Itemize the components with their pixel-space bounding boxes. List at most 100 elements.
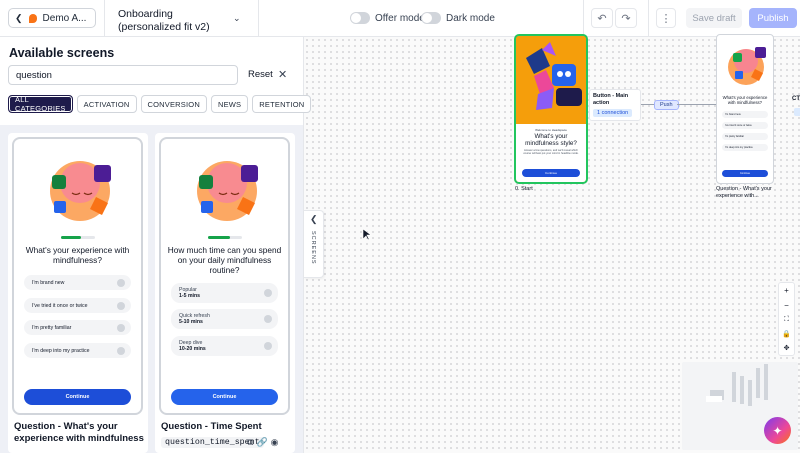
question-node-label: Question - What's your experience with..… — [716, 186, 772, 199]
question-node-option: I've tried it once or twice — [722, 122, 768, 129]
answer-option: I'm deep into my practice — [24, 343, 131, 358]
screen-preview: How much time can you spend on your dail… — [159, 137, 290, 415]
copy-icon[interactable]: ⧉ — [247, 437, 253, 448]
minimap-node — [748, 380, 752, 406]
dark-mode-toggle[interactable]: Dark mode — [421, 12, 495, 24]
zoom-in-icon[interactable]: + — [784, 286, 789, 295]
start-illustration — [516, 36, 586, 128]
question-text: What's your experience with mindfulness? — [25, 245, 130, 265]
onboarding-progress — [61, 236, 95, 239]
offer-mode-label: Offer mode — [375, 12, 425, 24]
screen-card[interactable]: What's your experience with mindfulness?… — [8, 133, 148, 453]
question-node-continue: Continue — [722, 170, 768, 177]
cta-node-badge — [794, 108, 800, 116]
top-bar: ❮ Demo A... Onboarding (personalized fit… — [0, 0, 800, 37]
question-screen-node[interactable]: What's your experience with mindfulness?… — [716, 34, 774, 184]
offer-mode-switch[interactable] — [350, 12, 370, 24]
radio-icon — [117, 323, 125, 332]
start-title: What's your mindfulness style? — [525, 133, 577, 147]
question-node-option: I'm deep into my practice — [722, 144, 768, 151]
undo-button[interactable]: ↶ — [591, 8, 613, 28]
screens-sidebar: Available screens Reset ✕ ALL CATEGORIES… — [0, 37, 312, 453]
chip-conversion[interactable]: CONVERSION — [140, 95, 207, 113]
push-edge-label[interactable]: Push — [654, 100, 679, 110]
cta-node-stub[interactable]: CT — [792, 96, 800, 102]
app-name: Demo A... — [42, 12, 87, 24]
category-filters: ALL CATEGORIES ACTIVATION CONVERSION NEW… — [8, 95, 312, 113]
start-content: Welcome to Headspace What's your mindful… — [516, 124, 586, 182]
progress-fill — [61, 236, 82, 239]
main-action-node[interactable]: Button - Main action 1 connection — [589, 89, 641, 121]
answer-option: Deep dive 10-20 mins — [171, 336, 278, 356]
chip-all-categories[interactable]: ALL CATEGORIES — [8, 95, 73, 113]
more-vertical-icon: ⋮ — [660, 12, 672, 25]
zoom-out-icon[interactable]: − — [784, 301, 789, 310]
question-node-option: I'm pretty familiar — [722, 133, 768, 140]
answer-option: I've tried it once or twice — [24, 298, 131, 313]
mindfulness-illustration — [50, 161, 111, 221]
chip-news[interactable]: NEWS — [210, 95, 249, 113]
chevron-left-icon: ❮ — [310, 214, 318, 224]
screen-card-title: Question - Time Spent — [161, 421, 262, 432]
screen-card[interactable]: How much time can you spend on your dail… — [155, 133, 295, 453]
connector-line — [641, 104, 655, 105]
connector-line — [677, 104, 716, 105]
dark-mode-switch[interactable] — [421, 12, 441, 24]
radio-icon — [117, 346, 125, 355]
redo-icon: ↷ — [621, 12, 631, 25]
reset-button[interactable]: Reset — [248, 69, 273, 80]
minimap-viewport — [706, 396, 722, 402]
flow-title[interactable]: Onboarding (personalized fit v2) — [118, 8, 228, 34]
dark-mode-label: Dark mode — [446, 12, 495, 24]
answer-option: Quick refresh 5-10 mins — [171, 309, 278, 329]
lock-icon[interactable]: 🔒 — [782, 330, 791, 338]
app-switcher-button[interactable]: ❮ Demo A... — [8, 8, 96, 28]
undo-icon: ↶ — [597, 12, 607, 25]
continue-button: Continue — [24, 389, 131, 405]
answer-option: I'm pretty familiar — [24, 320, 131, 335]
screen-preview: What's your experience with mindfulness?… — [12, 137, 143, 415]
publish-button[interactable]: Publish — [749, 8, 797, 28]
radio-icon — [264, 289, 272, 297]
minimap-node — [732, 372, 736, 402]
progress-fill — [208, 236, 231, 239]
start-continue-button: Continue — [522, 169, 580, 177]
divider — [583, 0, 584, 37]
redo-button[interactable]: ↷ — [615, 8, 637, 28]
divider — [258, 0, 259, 37]
divider — [648, 0, 649, 37]
question-text: How much time can you spend on your dail… — [167, 245, 282, 275]
chevron-down-icon[interactable]: ⌄ — [233, 13, 241, 24]
radio-icon — [264, 342, 272, 350]
screen-gallery: What's your experience with mindfulness?… — [0, 125, 303, 453]
chevron-left-icon: ❮ — [15, 12, 23, 23]
link-icon[interactable]: 🔗 — [256, 437, 267, 448]
eye-icon[interactable]: ◉ — [271, 437, 279, 448]
radio-icon — [117, 278, 125, 287]
start-welcome: Welcome to Headspace — [535, 128, 567, 132]
screens-panel-toggle[interactable]: ❮ SCREENS — [304, 210, 324, 278]
question-node-option: I'm brand new — [722, 111, 768, 118]
start-screen-node[interactable]: Welcome to Headspace What's your mindful… — [514, 34, 588, 184]
close-icon[interactable]: ✕ — [278, 68, 287, 81]
zoom-controls: + − ⛶ 🔒 ✥ — [778, 282, 795, 356]
continue-button: Continue — [171, 389, 278, 405]
chip-retention[interactable]: RETENTION — [252, 95, 312, 113]
screens-tab-label: SCREENS — [310, 231, 316, 265]
screen-search-input[interactable] — [8, 65, 238, 85]
chip-activation[interactable]: ACTIVATION — [76, 95, 137, 113]
ai-assistant-button[interactable]: ✦ — [764, 417, 791, 444]
offer-mode-toggle[interactable]: Offer mode — [350, 12, 425, 24]
fit-view-icon[interactable]: ⛶ — [784, 316, 789, 324]
save-draft-button[interactable]: Save draft — [686, 8, 742, 28]
divider — [104, 0, 105, 37]
sparkle-icon: ✦ — [772, 423, 783, 438]
connection-badge: 1 connection — [593, 109, 633, 117]
move-icon[interactable]: ✥ — [784, 344, 790, 352]
app-logo-icon — [28, 13, 37, 23]
answer-option: I'm brand new — [24, 275, 131, 290]
question-node-title: What's your experience with mindfulness? — [722, 95, 768, 105]
minimap-node — [740, 376, 744, 404]
more-options-button[interactable]: ⋮ — [656, 8, 676, 28]
sidebar-title: Available screens — [9, 46, 115, 60]
